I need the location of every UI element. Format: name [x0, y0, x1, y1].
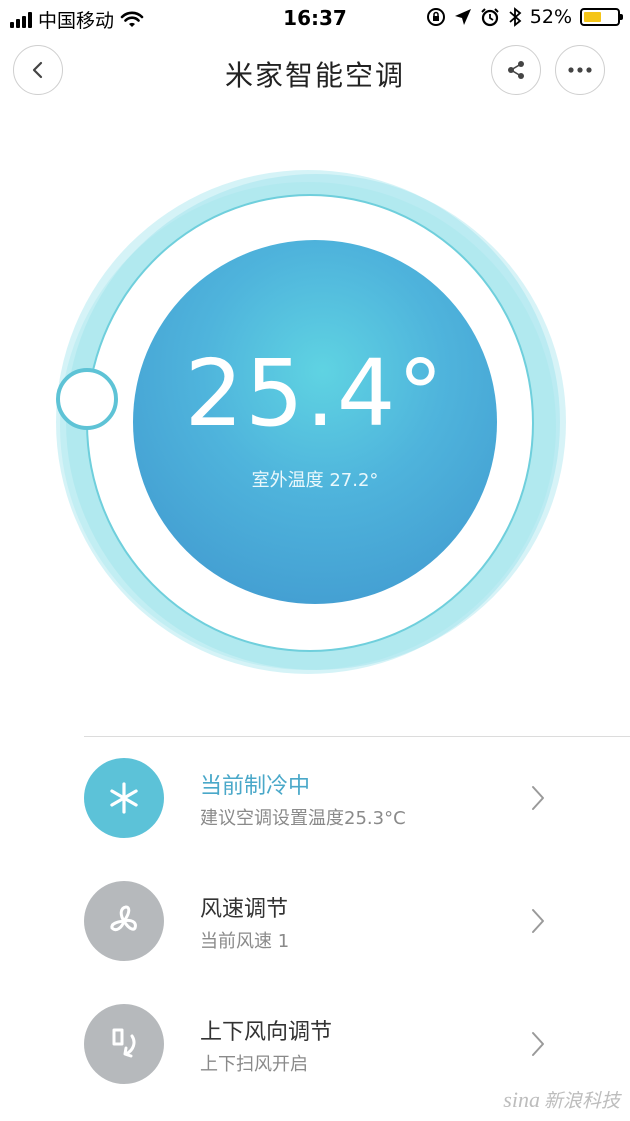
current-temperature: 25.4° — [184, 340, 446, 447]
airflow-direction-icon — [84, 1004, 164, 1084]
watermark-logo: sina — [503, 1086, 540, 1112]
battery-percent: 52% — [529, 6, 572, 28]
dial-knob[interactable] — [56, 368, 118, 430]
list-item-title: 上下风向调节 — [200, 1020, 333, 1045]
location-arrow-icon — [454, 9, 471, 25]
list-item-subtitle: 当前风速 1 — [200, 931, 290, 952]
temperature-dial[interactable]: 25.4° 室外温度 27.2° — [56, 170, 570, 674]
list-item-cooling-mode[interactable]: 当前制冷中 建议空调设置温度25.3°C — [0, 758, 630, 858]
snowflake-icon — [84, 758, 164, 838]
list-item-subtitle: 建议空调设置温度25.3°C — [200, 808, 406, 829]
more-button[interactable] — [555, 45, 605, 95]
watermark: sina 新浪科技 — [503, 1086, 620, 1113]
battery-fill — [584, 12, 601, 22]
divider — [84, 736, 630, 737]
bluetooth-icon — [509, 7, 522, 27]
status-bar: 中国移动 16:37 52% — [0, 0, 630, 36]
dial-center: 25.4° 室外温度 27.2° — [133, 240, 497, 604]
alarm-icon — [481, 8, 499, 27]
battery-icon — [580, 8, 623, 26]
share-icon — [508, 61, 524, 79]
chevron-right-icon — [532, 909, 544, 933]
fan-icon — [84, 881, 164, 961]
list-item-subtitle: 上下扫风开启 — [200, 1054, 308, 1075]
rotation-lock-icon — [426, 8, 445, 26]
outdoor-temperature: 室外温度 27.2° — [251, 470, 379, 491]
chevron-right-icon — [532, 1032, 544, 1056]
chevron-right-icon — [532, 786, 544, 810]
list-item-title: 当前制冷中 — [200, 774, 311, 799]
watermark-text: 新浪科技 — [543, 1090, 620, 1112]
status-right: 52% — [426, 6, 623, 28]
nav-bar: 米家智能空调 — [0, 40, 630, 100]
more-dots-icon — [568, 67, 592, 73]
list-item-title: 风速调节 — [200, 897, 289, 922]
list-item-fan-speed[interactable]: 风速调节 当前风速 1 — [0, 881, 630, 981]
share-button[interactable] — [491, 45, 541, 95]
